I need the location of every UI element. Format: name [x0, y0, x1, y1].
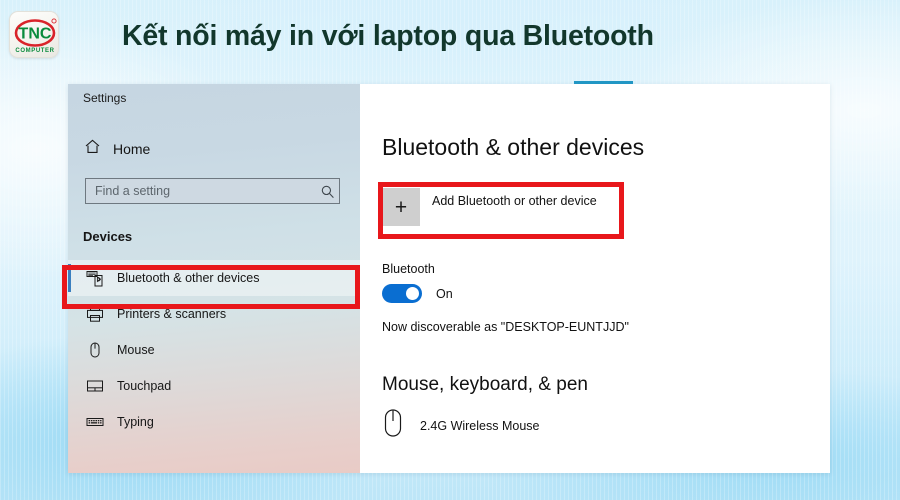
sidebar-item-home-label: Home — [113, 141, 151, 157]
search-input[interactable] — [86, 184, 315, 198]
sidebar-item-printers-scanners[interactable]: Printers & scanners — [68, 296, 360, 332]
bluetooth-section-label: Bluetooth — [382, 262, 435, 276]
settings-main-panel: Bluetooth & other devices + Add Bluetoot… — [360, 84, 830, 473]
home-icon — [84, 138, 101, 160]
settings-window: Settings Home Find a setting Devices Blu… — [68, 81, 830, 473]
touchpad-icon — [86, 377, 104, 395]
sidebar-item-bluetooth-other-devices[interactable]: Bluetooth & other devices — [68, 260, 360, 296]
plus-glyph: + — [394, 195, 408, 219]
search-icon[interactable] — [315, 184, 339, 199]
sidebar-item-mouse[interactable]: Mouse — [68, 332, 360, 368]
list-item[interactable]: 2.4G Wireless Mouse — [382, 408, 539, 443]
sidebar-item-typing[interactable]: Typing — [68, 404, 360, 440]
mouse-icon — [86, 341, 104, 359]
mouse-icon — [382, 408, 404, 443]
header-banner: TNC COMPUTER Kết nối máy in với laptop q… — [0, 0, 900, 72]
keyboard-icon — [86, 413, 104, 431]
sidebar-item-touchpad[interactable]: Touchpad — [68, 368, 360, 404]
sidebar-title: Settings — [83, 91, 127, 105]
peripherals-heading: Mouse, keyboard, & pen — [382, 374, 588, 395]
bluetooth-toggle-state: On — [436, 286, 453, 301]
device-name-label: 2.4G Wireless Mouse — [420, 418, 540, 433]
bluetooth-toggle[interactable] — [382, 284, 422, 303]
screenshot-root: TNC COMPUTER Kết nối máy in với laptop q… — [0, 0, 900, 500]
sidebar-item-touchpad-label: Touchpad — [117, 379, 172, 393]
main-heading: Bluetooth & other devices — [382, 134, 645, 160]
page-title: Kết nối máy in với laptop qua Bluetooth — [122, 20, 654, 52]
sidebar-group-label: Devices — [83, 229, 133, 244]
search-setting-box[interactable] — [85, 178, 340, 204]
bluetooth-toggle-row: On — [382, 284, 453, 303]
discoverable-status: Now discoverable as "DESKTOP-EUNTJJD" — [382, 320, 629, 334]
bluetooth-devices-icon — [86, 269, 104, 287]
sidebar-item-printers-scanners-label: Printers & scanners — [117, 307, 227, 321]
plus-icon: + — [382, 188, 420, 226]
add-bluetooth-device-button[interactable]: + Add Bluetooth or other device — [382, 188, 607, 226]
sidebar-nav: Bluetooth & other devices Printers & sca… — [68, 260, 360, 440]
tnc-computer-logo: TNC COMPUTER — [9, 11, 59, 58]
toggle-knob — [406, 287, 419, 300]
printer-icon — [86, 305, 104, 323]
sidebar-item-mouse-label: Mouse — [117, 343, 155, 357]
svg-text:TNC: TNC — [19, 26, 52, 43]
sidebar-item-bluetooth-other-devices-label: Bluetooth & other devices — [117, 271, 260, 285]
sidebar-item-typing-label: Typing — [117, 415, 154, 429]
add-bluetooth-device-label: Add Bluetooth or other device — [432, 194, 597, 208]
settings-sidebar: Settings Home Find a setting Devices Blu… — [68, 84, 360, 473]
svg-text:COMPUTER: COMPUTER — [15, 48, 54, 54]
sidebar-item-home[interactable]: Home — [76, 134, 352, 164]
